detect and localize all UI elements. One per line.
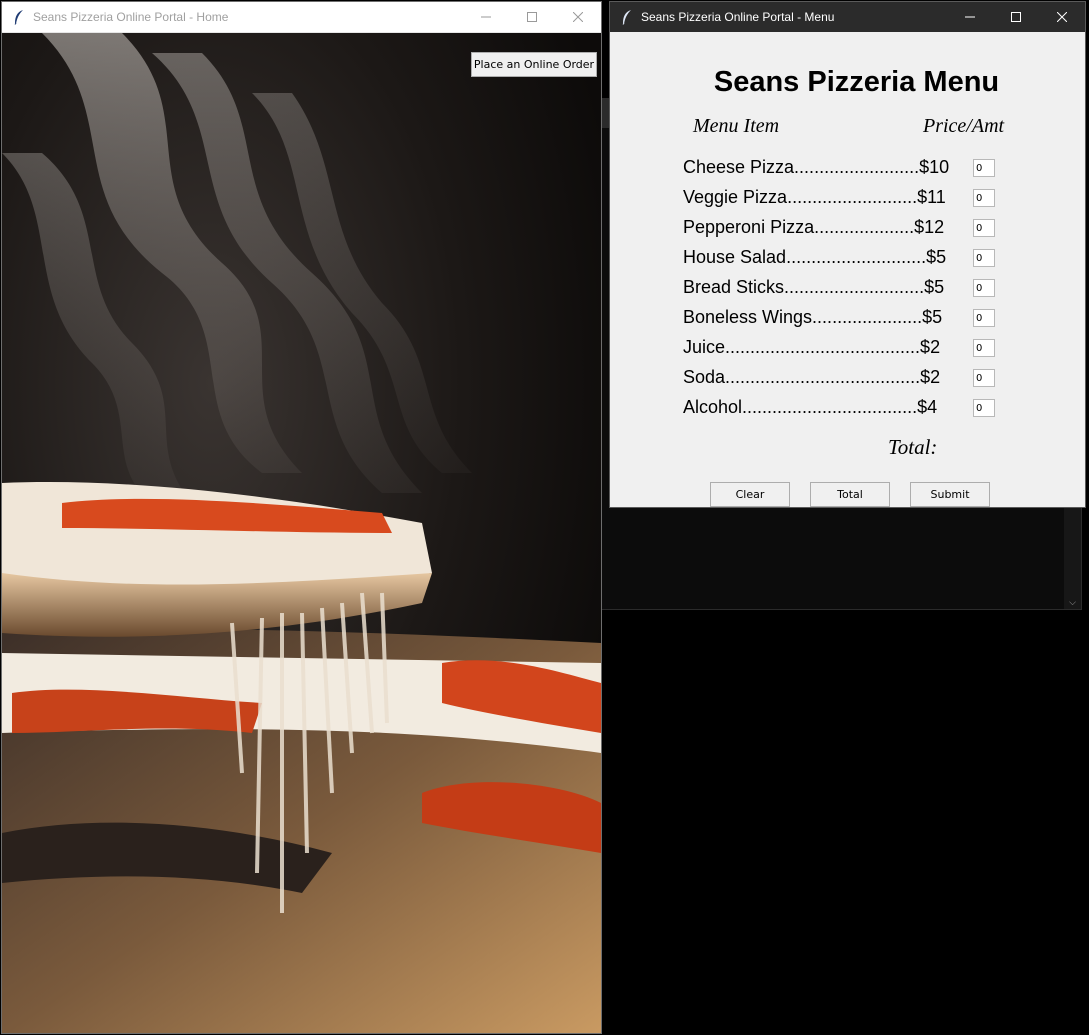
place-order-button[interactable]: Place an Online Order [471,52,597,77]
clear-button[interactable]: Clear [710,482,790,507]
boneless-wings-qty-input[interactable] [973,309,995,327]
menu-item-label: House Salad............................$… [683,247,947,267]
pepperoni-pizza-qty-input[interactable] [973,219,995,237]
menu-heading: Seans Pizzeria Menu [713,66,1000,98]
menu-item-label: Juice...................................… [683,337,941,357]
menu-window: Seans Pizzeria Online Portal - Menu Sean… [609,1,1086,508]
menu-window-title: Seans Pizzeria Online Portal - Menu [641,10,835,24]
minimize-icon[interactable] [463,2,509,32]
menu-row-house-salad: House Salad............................$… [683,247,1003,271]
soda-qty-input[interactable] [973,369,995,387]
alcohol-qty-input[interactable] [973,399,995,417]
menu-row-juice: Juice...................................… [683,337,1003,361]
menu-item-label: Veggie Pizza..........................$1… [683,187,946,207]
minimize-icon[interactable] [947,2,993,32]
menu-item-label: Cheese Pizza.........................$10 [683,157,950,177]
bread-sticks-qty-input[interactable] [973,279,995,297]
menu-row-bread-sticks: Bread Sticks............................… [683,277,1003,301]
price-amount-column-header: Price/Amt [923,115,1005,137]
feather-icon [11,9,27,25]
chevron-down-icon[interactable]: ⌵ [1067,596,1078,608]
close-icon[interactable] [1039,2,1085,32]
cheese-pizza-qty-input[interactable] [973,159,995,177]
menu-item-label: Boneless Wings......................$5 [683,307,943,327]
maximize-icon[interactable] [993,2,1039,32]
submit-button[interactable]: Submit [910,482,990,507]
menu-item-label: Pepperoni Pizza....................$12 [683,217,945,237]
total-button[interactable]: Total [810,482,890,507]
menu-titlebar[interactable]: Seans Pizzeria Online Portal - Menu [610,2,1085,32]
close-icon[interactable] [555,2,601,32]
maximize-icon[interactable] [509,2,555,32]
menu-item-label: Soda....................................… [683,367,941,387]
menu-row-soda: Soda....................................… [683,367,1003,391]
menu-row-alcohol: Alcohol.................................… [683,397,1003,421]
veggie-pizza-qty-input[interactable] [973,189,995,207]
menu-row-cheese-pizza: Cheese Pizza.........................$10 [683,157,1003,181]
pizza-photo [2,33,601,1033]
total-label: Total: [888,435,938,459]
menu-row-veggie-pizza: Veggie Pizza..........................$1… [683,187,1003,211]
menu-item-column-header: Menu Item [693,115,780,137]
juice-qty-input[interactable] [973,339,995,357]
menu-row-pepperoni-pizza: Pepperoni Pizza....................$12 [683,217,1003,241]
home-window: Seans Pizzeria Online Portal - Home Plac… [1,1,602,1034]
home-titlebar[interactable]: Seans Pizzeria Online Portal - Home [2,2,601,33]
menu-item-label: Alcohol.................................… [683,397,938,417]
menu-row-boneless-wings: Boneless Wings......................$5 [683,307,1003,331]
menu-item-label: Bread Sticks............................… [683,277,945,297]
feather-icon [619,9,635,25]
house-salad-qty-input[interactable] [973,249,995,267]
home-window-title: Seans Pizzeria Online Portal - Home [33,10,229,24]
